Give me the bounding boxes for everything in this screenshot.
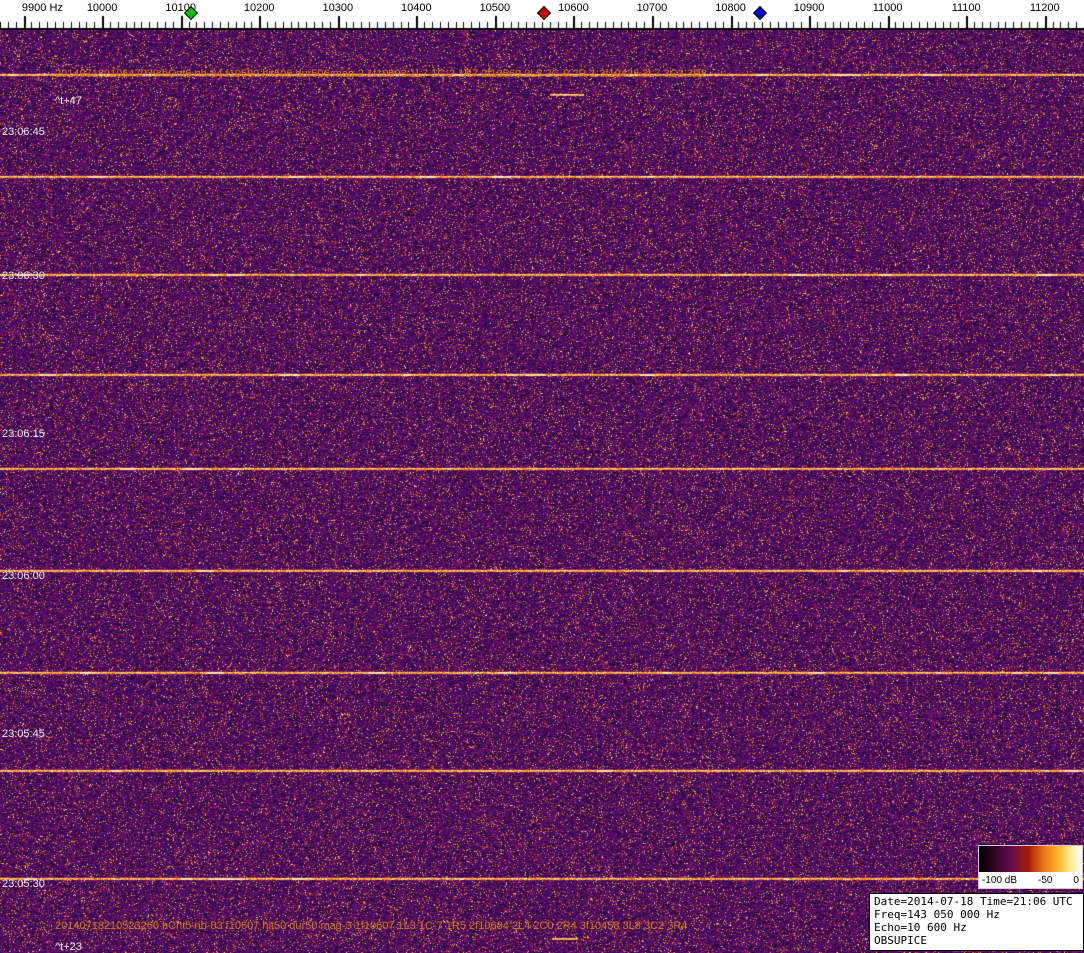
time-tick-label: 23:05:30 — [2, 878, 45, 890]
legend-max-label: 0 — [1073, 874, 1079, 886]
freq-tick-label: 10200 — [243, 2, 275, 14]
freq-tick-label: 11200 — [1029, 2, 1060, 14]
waterfall-canvas[interactable] — [0, 30, 1084, 953]
colorbar-scale-labels: -100 dB -50 0 — [979, 872, 1082, 888]
event-time-mark-top: ^t+47 — [55, 95, 82, 107]
freq-tick-label: 10300 — [322, 2, 354, 14]
freq-tick-label: 10400 — [401, 2, 432, 14]
legend-mid-label: -50 — [1038, 874, 1053, 886]
info-date-time: Date=2014-07-18 Time=21:06 UTC — [874, 895, 1073, 908]
event-annotation-bottom: 20140718210523260 hCnt5 nb-83 f10607 hit… — [55, 920, 688, 932]
colorbar-gradient — [979, 846, 1082, 872]
frequency-ruler: 9900 Hz 10000 10100 10200 10300 10400 10500 106… — [0, 0, 1084, 30]
event-annotation-top: 20140718210647039 hCnt6 nb-84 f10590 hit… — [55, 68, 707, 80]
freq-tick-label: 10000 — [86, 2, 118, 14]
freq-tick-label: 9900 Hz — [21, 2, 63, 14]
time-tick-label: 23:06:45 — [2, 126, 45, 138]
status-info-box: Date=2014-07-18 Time=21:06 UTC Freq=143 … — [869, 893, 1084, 951]
time-tick-label: 23:05:45 — [2, 728, 45, 740]
info-station-name: OBSUPICE — [874, 934, 927, 947]
freq-tick-label: 10500 — [479, 2, 511, 14]
time-tick-label: 23:06:30 — [2, 270, 45, 282]
time-tick-label: 23:06:15 — [2, 428, 45, 440]
info-receiver-frequency: Freq=143 050 000 Hz — [874, 908, 1000, 921]
colorbar-legend: -100 dB -50 0 — [978, 845, 1083, 889]
freq-tick-label: 10800 — [715, 2, 746, 14]
freq-tick-label: 10900 — [793, 2, 825, 14]
event-time-mark-bottom: ^t+23 — [55, 941, 82, 953]
freq-tick-label: 10600 — [558, 2, 589, 14]
freq-tick-label: 10700 — [636, 2, 668, 14]
legend-min-label: -100 dB — [982, 874, 1018, 886]
spectrogram-window: 9900 Hz 10000 10100 10200 10300 10400 10500 106… — [0, 0, 1084, 953]
freq-tick-label: 11000 — [872, 2, 903, 14]
spectrogram-display: 23:06:45 23:06:30 23:06:15 23:06:00 23:05:45… — [0, 30, 1084, 953]
freq-tick-label: 11100 — [951, 2, 981, 14]
time-tick-label: 23:06:00 — [2, 570, 45, 582]
info-echo-frequency: Echo=10 600 Hz — [874, 921, 967, 934]
